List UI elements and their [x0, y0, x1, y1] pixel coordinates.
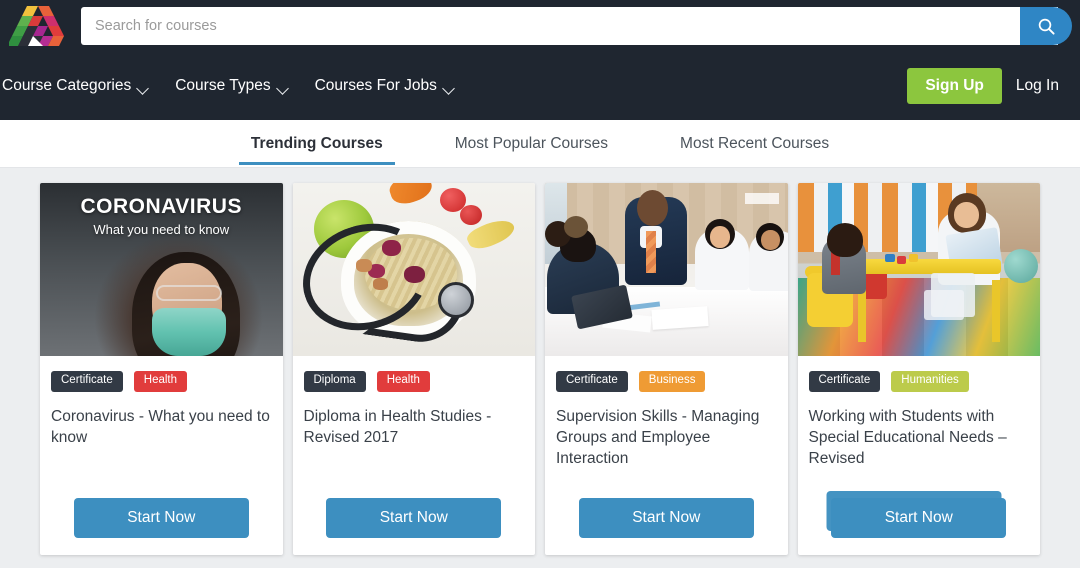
- badge-category[interactable]: Humanities: [891, 371, 969, 392]
- course-tabs: Trending Courses Most Popular Courses Mo…: [0, 120, 1080, 168]
- badge-category[interactable]: Health: [376, 371, 430, 392]
- start-now-button[interactable]: Start Now: [326, 498, 502, 538]
- chevron-down-icon: [278, 84, 289, 91]
- thumbnail-watermark: [744, 193, 779, 204]
- course-thumbnail: [797, 183, 1040, 356]
- badge-certificate[interactable]: Diploma: [303, 371, 366, 392]
- course-thumbnail: [292, 183, 535, 356]
- course-thumbnail: CORONAVIRUS What you need to know: [40, 183, 283, 356]
- account-actions: Sign Up Log In: [907, 68, 1068, 104]
- course-badges: Certificate Humanities: [808, 371, 1030, 392]
- badge-certificate[interactable]: Certificate: [51, 371, 123, 392]
- course-title: Diploma in Health Studies - Revised 2017: [303, 407, 492, 446]
- course-badges: Diploma Health: [303, 371, 525, 392]
- sign-up-button[interactable]: Sign Up: [907, 68, 1002, 104]
- course-card[interactable]: CORONAVIRUS What you need to know Certif…: [40, 183, 283, 555]
- header-top-row: [0, 0, 1080, 52]
- course-title: Coronavirus - What you need to know: [51, 407, 270, 446]
- course-card[interactable]: Certificate Humanities Working with Stud…: [797, 183, 1041, 555]
- start-now-button[interactable]: Start Now: [578, 498, 754, 538]
- course-card-grid: CORONAVIRUS What you need to know Certif…: [0, 168, 1080, 555]
- alison-logo[interactable]: [9, 4, 67, 48]
- course-card-body: Certificate Business Supervision Skills …: [545, 356, 788, 498]
- badge-certificate[interactable]: Certificate: [808, 371, 881, 392]
- header-nav-row: Course Categories Course Types Courses F…: [0, 52, 1080, 120]
- search-input[interactable]: [81, 7, 1058, 45]
- nav-item-course-types[interactable]: Course Types: [175, 77, 288, 95]
- site-header: Course Categories Course Types Courses F…: [0, 0, 1080, 120]
- course-badges: Certificate Business: [556, 371, 777, 392]
- start-now-button[interactable]: Start Now: [831, 498, 1007, 538]
- course-card-body: Diploma Health Diploma in Health Studies…: [293, 356, 536, 498]
- search-button[interactable]: [1020, 7, 1072, 45]
- nav-item-courses-for-jobs[interactable]: Courses For Jobs: [315, 77, 455, 95]
- course-badges: Certificate Health: [51, 371, 272, 392]
- course-title: Supervision Skills - Managing Groups and…: [556, 407, 760, 467]
- course-card-body: Certificate Humanities Working with Stud…: [798, 356, 1041, 498]
- thumbnail-overlay-title: CORONAVIRUS: [80, 195, 242, 218]
- chevron-down-icon: [138, 84, 149, 91]
- search-bar: [81, 7, 1072, 45]
- course-card[interactable]: Certificate Business Supervision Skills …: [545, 183, 788, 555]
- tab-most-recent-courses[interactable]: Most Recent Courses: [668, 122, 841, 165]
- thumbnail-overlay-subtitle: What you need to know: [93, 222, 230, 237]
- tab-most-popular-courses[interactable]: Most Popular Courses: [443, 122, 620, 165]
- course-card-footer: Start Now: [545, 498, 788, 555]
- chevron-down-icon: [444, 84, 455, 91]
- start-now-button[interactable]: Start Now: [73, 498, 249, 538]
- badge-category[interactable]: Health: [133, 371, 188, 392]
- course-title: Working with Students with Special Educa…: [808, 407, 1007, 467]
- tab-trending-courses[interactable]: Trending Courses: [238, 122, 395, 165]
- log-in-link[interactable]: Log In: [1016, 77, 1059, 95]
- nav-item-label: Course Types: [175, 77, 271, 94]
- nav-item-label: Course Categories: [2, 77, 132, 94]
- course-card-footer: Start Now: [293, 498, 536, 555]
- course-card[interactable]: Diploma Health Diploma in Health Studies…: [292, 183, 536, 555]
- primary-nav: Course Categories Course Types Courses F…: [0, 77, 455, 95]
- badge-category[interactable]: Business: [638, 371, 706, 392]
- search-icon: [1037, 17, 1056, 36]
- course-card-footer: Start Now Start Now: [798, 491, 1041, 555]
- course-thumbnail: [545, 183, 788, 356]
- nav-item-label: Courses For Jobs: [314, 77, 437, 94]
- course-card-body: Certificate Health Coronavirus - What yo…: [40, 356, 283, 498]
- nav-item-course-categories[interactable]: Course Categories: [2, 77, 149, 95]
- badge-certificate[interactable]: Certificate: [556, 371, 628, 392]
- course-card-footer: Start Now: [40, 498, 283, 555]
